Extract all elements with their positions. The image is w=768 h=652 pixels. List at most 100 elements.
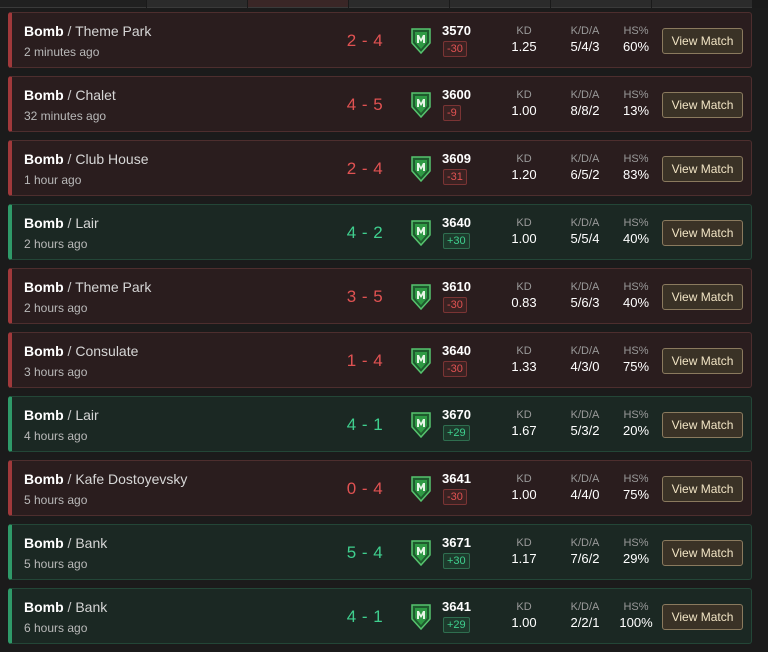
hs-stat: HS% 75% [616, 345, 656, 374]
hs-label: HS% [623, 345, 649, 357]
rank-badge-icon [411, 92, 431, 119]
rank-badge-icon [411, 412, 431, 439]
map-name: Bank [75, 535, 108, 551]
view-match-button[interactable]: View Match [662, 92, 743, 118]
game-mode: Bomb [24, 471, 64, 487]
map-name: Lair [75, 407, 99, 423]
separator: / [63, 599, 76, 615]
view-match-button[interactable]: View Match [662, 476, 743, 502]
kda-value: 7/6/2 [570, 551, 600, 566]
elo-delta: -31 [443, 169, 467, 185]
elo-delta: +30 [443, 233, 470, 249]
kd-stat: KD 1.00 [504, 89, 544, 118]
game-mode: Bomb [24, 215, 64, 231]
hs-stat: HS% 13% [616, 89, 656, 118]
kd-stat: KD 1.25 [504, 25, 544, 54]
rank-badge-icon [411, 220, 431, 247]
separator: / [63, 23, 76, 39]
view-match-button[interactable]: View Match [662, 28, 743, 54]
kd-value: 1.00 [511, 615, 537, 630]
tab-6[interactable] [551, 0, 651, 8]
match-time: 2 hours ago [24, 301, 88, 315]
kda-label: K/D/A [570, 409, 600, 421]
view-match-button[interactable]: View Match [662, 348, 743, 374]
match-row: Bomb / Consulate 3 hours ago 1 - 4 3640 … [8, 332, 752, 388]
match-score: 4 - 5 [346, 95, 384, 114]
match-info: Bomb / Kafe Dostoyevsky 5 hours ago [24, 471, 187, 507]
kd-value: 1.00 [511, 103, 537, 118]
kd-value: 1.17 [511, 551, 537, 566]
kda-label: K/D/A [570, 281, 600, 293]
kda-stat: K/D/A 7/6/2 [560, 537, 610, 566]
kd-label: KD [516, 537, 532, 549]
match-row: Bomb / Chalet 32 minutes ago 4 - 5 3600 … [8, 76, 752, 132]
kda-label: K/D/A [570, 537, 600, 549]
map-name: Theme Park [75, 279, 152, 295]
match-info: Bomb / Consulate 3 hours ago [24, 343, 138, 379]
kd-value: 1.00 [511, 231, 537, 246]
elo-delta: +29 [443, 617, 470, 633]
kd-value: 1.20 [511, 167, 537, 182]
match-score: 0 - 4 [346, 479, 384, 498]
hs-value: 13% [622, 103, 650, 118]
elo-value: 3641 [442, 471, 471, 486]
elo-value: 3610 [442, 279, 471, 294]
rank-badge-icon [411, 156, 431, 183]
separator: / [63, 215, 76, 231]
kda-value: 2/2/1 [570, 615, 600, 630]
match-row: Bomb / Bank 6 hours ago 4 - 1 3641 +29 K… [8, 588, 752, 644]
game-mode: Bomb [24, 599, 64, 615]
view-match-button[interactable]: View Match [662, 540, 743, 566]
kd-stat: KD 1.33 [504, 345, 544, 374]
view-match-button[interactable]: View Match [662, 220, 743, 246]
kda-stat: K/D/A 5/6/3 [560, 281, 610, 310]
hs-stat: HS% 60% [616, 25, 656, 54]
hs-value: 29% [622, 551, 650, 566]
view-match-button[interactable]: View Match [662, 604, 743, 630]
elo-delta: -30 [443, 41, 467, 57]
rank-badge-icon [411, 604, 431, 631]
kd-label: KD [516, 281, 532, 293]
match-list: Bomb / Theme Park 2 minutes ago 2 - 4 35… [8, 12, 752, 652]
map-name: Kafe Dostoyevsky [75, 471, 188, 487]
separator: / [63, 279, 76, 295]
match-info: Bomb / Theme Park 2 minutes ago [24, 23, 151, 59]
match-time: 32 minutes ago [24, 109, 107, 123]
hs-value: 20% [622, 423, 650, 438]
tab-1[interactable] [0, 0, 146, 8]
separator: / [63, 535, 76, 551]
rank-badge-icon [411, 540, 431, 567]
view-match-button[interactable]: View Match [662, 156, 743, 182]
match-time: 6 hours ago [24, 621, 88, 635]
view-match-button[interactable]: View Match [662, 284, 743, 310]
tab-2[interactable] [147, 0, 247, 8]
match-row: Bomb / Bank 5 hours ago 5 - 4 3671 +30 K… [8, 524, 752, 580]
game-mode: Bomb [24, 23, 64, 39]
tab-4[interactable] [349, 0, 449, 8]
match-time: 2 hours ago [24, 237, 88, 251]
match-info: Bomb / Club House 1 hour ago [24, 151, 149, 187]
match-row: Bomb / Club House 1 hour ago 2 - 4 3609 … [8, 140, 752, 196]
match-time: 5 hours ago [24, 557, 88, 571]
hs-stat: HS% 75% [616, 473, 656, 502]
match-score: 2 - 4 [346, 159, 384, 178]
kd-stat: KD 1.00 [504, 473, 544, 502]
rank-badge-icon [411, 476, 431, 503]
kda-stat: K/D/A 5/5/4 [560, 217, 610, 246]
tab-5[interactable] [450, 0, 550, 8]
tab-3[interactable] [248, 0, 348, 8]
view-match-button[interactable]: View Match [662, 412, 743, 438]
elo-delta: -30 [443, 361, 467, 377]
hs-stat: HS% 83% [616, 153, 656, 182]
kda-value: 6/5/2 [570, 167, 600, 182]
kd-value: 1.25 [511, 39, 537, 54]
tab-7[interactable] [652, 0, 752, 8]
hs-label: HS% [623, 409, 649, 421]
kd-value: 1.67 [511, 423, 537, 438]
game-mode: Bomb [24, 407, 64, 423]
hs-stat: HS% 40% [616, 217, 656, 246]
kd-stat: KD 1.17 [504, 537, 544, 566]
game-mode: Bomb [24, 151, 64, 167]
kd-stat: KD 1.67 [504, 409, 544, 438]
game-mode: Bomb [24, 343, 64, 359]
